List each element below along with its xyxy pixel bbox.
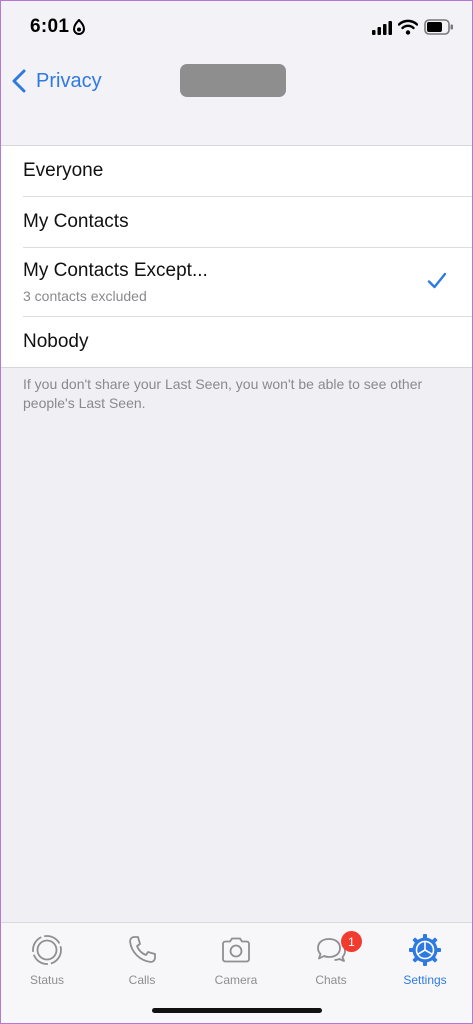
back-label: Privacy: [36, 69, 102, 92]
settings-gear-icon: [409, 934, 441, 966]
battery-icon: [424, 19, 453, 35]
tab-label: Status: [29, 973, 65, 987]
option-label: My Contacts: [23, 211, 129, 232]
back-button[interactable]: Privacy: [12, 68, 102, 94]
tab-settings[interactable]: Settings: [385, 933, 465, 987]
status-bar: 6:01: [0, 0, 473, 56]
footer-note: If you don't share your Last Seen, you w…: [23, 376, 423, 411]
option-label: Everyone: [23, 160, 104, 181]
tab-chats[interactable]: 1 Chats: [291, 931, 371, 987]
home-indicator: [152, 1008, 322, 1013]
option-label: Nobody: [23, 331, 89, 352]
status-icon: [32, 935, 62, 965]
tab-status[interactable]: Status: [7, 933, 87, 987]
option-sublabel: 3 contacts excluded: [23, 288, 147, 304]
option-nobody[interactable]: Nobody: [0, 317, 473, 367]
wifi-icon: [398, 19, 418, 35]
status-time: 6:01: [30, 16, 70, 37]
tab-label: Camera: [214, 973, 258, 987]
visibility-options-list: Everyone My Contacts My Contacts Except.…: [0, 145, 473, 368]
tab-label: Chats: [315, 973, 347, 987]
option-label: My Contacts Except...: [23, 260, 208, 281]
checkmark-icon: [427, 272, 447, 289]
phone-icon: [129, 936, 156, 963]
navigation-bar: Privacy: [0, 56, 473, 146]
location-icon: [72, 19, 86, 35]
tab-camera[interactable]: Camera: [196, 933, 276, 987]
unread-badge: 1: [341, 931, 362, 952]
option-my-contacts-except[interactable]: My Contacts Except... 3 contacts exclude…: [0, 248, 473, 316]
option-my-contacts[interactable]: My Contacts: [0, 197, 473, 247]
page-title-redacted: [180, 64, 286, 97]
tab-label: Calls: [128, 973, 156, 987]
option-everyone[interactable]: Everyone: [0, 146, 473, 196]
chevron-left-icon: [12, 69, 26, 93]
tab-calls[interactable]: Calls: [102, 933, 182, 987]
camera-icon: [222, 937, 250, 963]
cellular-signal-icon: [372, 21, 392, 35]
tab-label: Settings: [403, 973, 447, 987]
